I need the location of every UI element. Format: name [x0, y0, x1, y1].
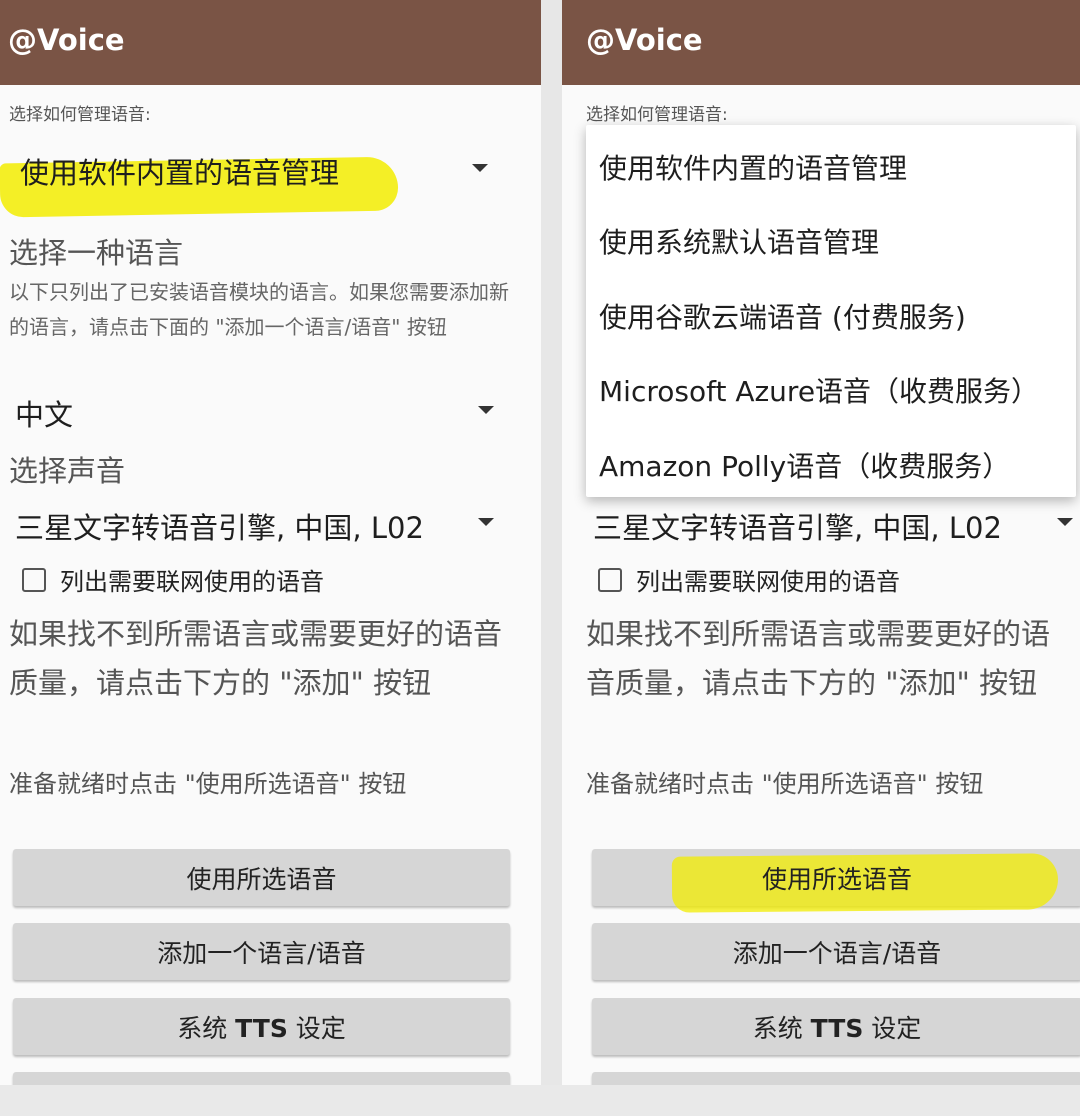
app-title: @Voice [8, 23, 125, 57]
add-language-button[interactable]: 添加一个语言/语音 [13, 923, 510, 980]
ready-text-right: 准备就绪时点击 "使用所选语音" 按钮 [586, 770, 984, 798]
system-tts-label-right: 系统 TTS 设定 [753, 1009, 922, 1045]
manage-spinner-arrow-icon [472, 164, 488, 172]
manage-spinner[interactable]: 使用软件内置的语音管理 [20, 150, 520, 194]
online-voices-checkbox-row[interactable]: 列出需要联网使用的语音 [22, 562, 324, 597]
manage-spinner-value: 使用软件内置的语音管理 [20, 156, 340, 190]
online-voices-checkbox-right[interactable] [598, 567, 622, 592]
system-tts-settings-button[interactable]: 系统 TTS 设定 [13, 998, 510, 1055]
bottom-strip [0, 1085, 1080, 1116]
online-voices-checkbox-label: 列出需要联网使用的语音 [60, 568, 324, 596]
voice-heading: 选择声音 [9, 454, 126, 488]
system-tts-settings-button-right[interactable]: 系统 TTS 设定 [592, 998, 1080, 1055]
system-tts-suffix: 设定 [287, 1013, 346, 1043]
language-spinner-arrow-icon [478, 406, 494, 414]
system-tts-bold-right: TTS [810, 1013, 864, 1043]
manage-label: 选择如何管理语音: [9, 105, 151, 125]
voice-spinner-right[interactable]: 三星文字转语音引擎, 中国, L02 [593, 505, 1063, 545]
add-language-button-right[interactable]: 添加一个语言/语音 [592, 923, 1080, 980]
language-note: 以下只列出了已安装语音模块的语言。如果您需要添加新的语言，请点击下面的 "添加一… [9, 280, 509, 339]
system-tts-prefix-right: 系统 [752, 1013, 811, 1043]
ready-text: 准备就绪时点击 "使用所选语音" 按钮 [9, 770, 407, 798]
left-screen: @Voice 选择如何管理语音: 使用软件内置的语音管理 选择一种语言 以下只列… [0, 0, 541, 1088]
language-spinner-value: 中文 [15, 398, 74, 432]
online-voices-checkbox[interactable] [22, 567, 46, 592]
app-bar-right: @Voice [562, 0, 1080, 85]
use-selected-voice-label-right: 使用所选语音 [761, 864, 912, 894]
voice-spinner-arrow-icon [478, 518, 494, 526]
menu-item-google-cloud[interactable]: 使用谷歌云端语音 (付费服务) [599, 296, 966, 336]
system-tts-bold: TTS [235, 1013, 288, 1043]
language-spinner[interactable]: 中文 [15, 392, 505, 432]
menu-item-amazon-polly[interactable]: Amazon Polly语音（收费服务） [599, 445, 1010, 485]
manage-label-right: 选择如何管理语音: [586, 105, 728, 125]
app-title-right: @Voice [586, 23, 703, 57]
menu-item-builtin[interactable]: 使用软件内置的语音管理 [599, 147, 907, 187]
help-text-right: 如果找不到所需语言或需要更好的语音质量，请点击下方的 "添加" 按钮 [586, 617, 1051, 700]
menu-item-system-default[interactable]: 使用系统默认语音管理 [599, 221, 879, 261]
help-text: 如果找不到所需语言或需要更好的语音质量，请点击下方的 "添加" 按钮 [9, 617, 503, 700]
voice-spinner-value-right: 三星文字转语音引擎, 中国, L02 [593, 511, 1002, 545]
manage-mode-dropdown-menu: 使用软件内置的语音管理 使用系统默认语音管理 使用谷歌云端语音 (付费服务) M… [586, 125, 1076, 497]
add-language-label-right: 添加一个语言/语音 [732, 938, 942, 968]
voice-spinner[interactable]: 三星文字转语音引擎, 中国, L02 [15, 505, 505, 545]
system-tts-prefix: 系统 [177, 1013, 236, 1043]
use-selected-voice-button[interactable]: 使用所选语音 [13, 849, 510, 906]
system-tts-suffix-right: 设定 [863, 1013, 922, 1043]
language-heading: 选择一种语言 [9, 236, 184, 270]
app-bar: @Voice [0, 0, 541, 85]
online-voices-checkbox-row-right[interactable]: 列出需要联网使用的语音 [598, 562, 900, 597]
online-voices-checkbox-label-right: 列出需要联网使用的语音 [636, 568, 900, 596]
voice-spinner-value: 三星文字转语音引擎, 中国, L02 [15, 511, 424, 545]
voice-spinner-arrow-icon-right [1057, 518, 1073, 526]
menu-item-azure[interactable]: Microsoft Azure语音（收费服务） [599, 370, 1039, 410]
system-tts-label: 系统 TTS 设定 [177, 1009, 346, 1045]
use-selected-voice-label: 使用所选语音 [186, 864, 337, 894]
add-language-label: 添加一个语言/语音 [157, 938, 366, 968]
